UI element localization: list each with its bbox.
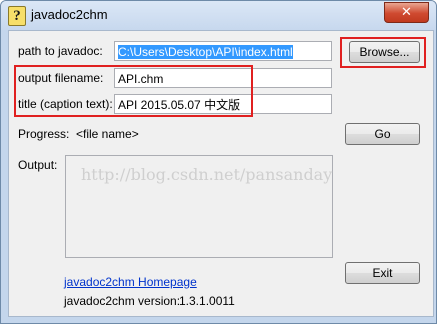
help-file-icon: ?	[8, 6, 26, 26]
progress-value: <file name>	[76, 127, 139, 141]
caption-label: title (caption text):	[18, 97, 113, 111]
close-button[interactable]: ✕	[384, 2, 429, 23]
dialog-body: path to javadoc: C:\Users\Desktop\API\in…	[8, 30, 434, 317]
path-input-value: C:\Users\Desktop\API\index.html	[118, 45, 293, 59]
output-area-label: Output:	[18, 158, 58, 172]
homepage-link[interactable]: javadoc2chm Homepage	[64, 275, 197, 289]
browse-button[interactable]: Browse...	[349, 41, 420, 63]
go-button[interactable]: Go	[345, 123, 420, 145]
progress-label: Progress:	[18, 127, 70, 141]
output-filename-input[interactable]: API.chm	[114, 68, 332, 88]
version-label: javadoc2chm version:	[64, 294, 181, 308]
exit-button[interactable]: Exit	[345, 262, 420, 284]
watermark-text: http://blog.csdn.net/pansanday	[81, 165, 333, 184]
output-filename-label: output filename:	[18, 71, 104, 85]
caption-input[interactable]: API 2015.05.07 中文版	[114, 94, 332, 114]
window-title: javadoc2chm	[31, 7, 108, 22]
application-window: ? javadoc2chm ✕ path to javadoc: C:\User…	[0, 0, 437, 324]
version-value: 1.3.1.0011	[179, 294, 235, 308]
path-label: path to javadoc:	[18, 44, 103, 58]
title-bar[interactable]: ? javadoc2chm ✕	[1, 1, 436, 30]
path-input[interactable]: C:\Users\Desktop\API\index.html	[114, 41, 332, 61]
